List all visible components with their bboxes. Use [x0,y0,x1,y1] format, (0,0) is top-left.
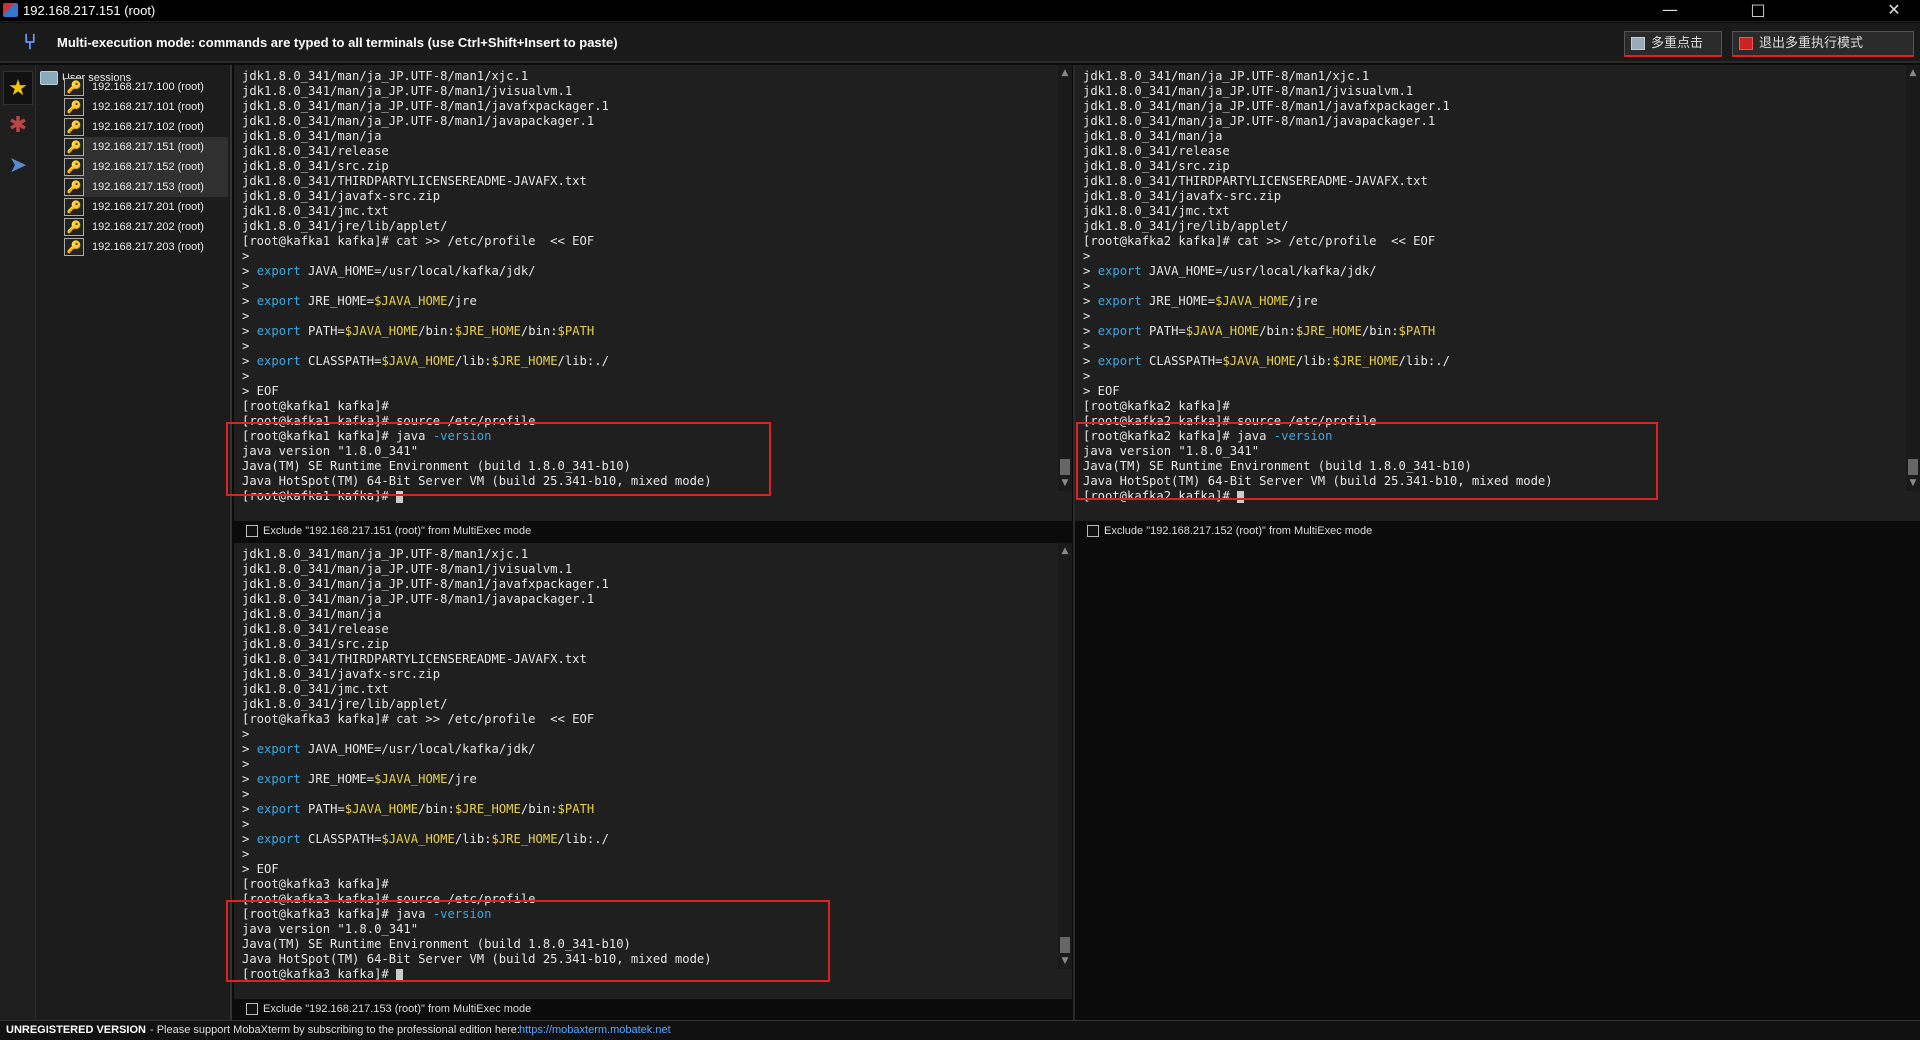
exit-multiexec-button[interactable]: 退出多重执行模式 [1732,31,1914,57]
exclude-multiexec-checkbox[interactable]: Exclude "192.168.217.153 (root)" from Mu… [246,998,531,1020]
scroll-up-icon[interactable]: ▲ [1058,67,1072,79]
checkbox-icon[interactable] [1087,525,1099,538]
close-button[interactable]: ✕ [1876,0,1912,22]
multi-click-label: 多重点击 [1651,35,1704,50]
scroll-thumb[interactable] [1060,937,1070,953]
session-label: 192.168.217.100 (root) [92,81,204,93]
exit-multiexec-label: 退出多重执行模式 [1759,35,1864,50]
tools-icon[interactable]: ✱ [3,109,33,143]
key-icon: 🔑 [64,198,84,216]
multi-click-button[interactable]: 多重点击 [1624,31,1722,57]
unregistered-label: UNREGISTERED VERSION [6,1024,146,1036]
key-icon: 🔑 [64,118,84,136]
scroll-up-icon[interactable]: ▲ [1906,67,1920,79]
session-panel: User sessions 🔑 192.168.217.100 (root) 🔑 1… [36,65,232,1020]
session-item-152[interactable]: 🔑 192.168.217.152 (root) [64,157,228,177]
exclude-multiexec-checkbox[interactable]: Exclude "192.168.217.151 (root)" from Mu… [246,520,531,542]
vertical-scrollbar[interactable]: ▲ ▼ [1058,543,1072,969]
multiexec-message: Multi-execution mode: commands are typed… [57,35,618,50]
session-label: 192.168.217.153 (root) [92,181,204,193]
session-item-100[interactable]: 🔑 192.168.217.100 (root) [64,77,228,97]
left-icon-strip: ★ ✱ ➤ [0,65,36,1020]
support-text: - Please support MobaXterm by subscribin… [150,1024,520,1036]
session-item-153[interactable]: 🔑 192.168.217.153 (root) [64,177,228,197]
mobatek-link[interactable]: https://mobaxterm.mobatek.net [519,1021,671,1040]
session-item-102[interactable]: 🔑 192.168.217.102 (root) [64,117,228,137]
multi-click-icon [1631,37,1645,50]
session-label: 192.168.217.102 (root) [92,121,204,133]
key-icon: 🔑 [64,158,84,176]
maximize-button[interactable]: □ [1740,0,1776,22]
checkbox-icon[interactable] [246,1003,258,1016]
scroll-up-icon[interactable]: ▲ [1058,545,1072,557]
mobaxterm-app-icon [3,3,18,17]
scroll-down-icon[interactable]: ▼ [1058,955,1072,967]
status-bar: UNREGISTERED VERSION - Please support Mo… [0,1020,1920,1040]
multiexec-bar: ⑂ Multi-execution mode: commands are typ… [0,23,1920,63]
scroll-thumb[interactable] [1908,459,1918,475]
key-icon: 🔑 [64,98,84,116]
java-version-highlight [226,422,771,496]
send-icon[interactable]: ➤ [3,149,33,183]
exclude-label: Exclude "192.168.217.152 (root)" from Mu… [1104,525,1373,537]
session-label: 192.168.217.203 (root) [92,241,204,253]
vertical-scrollbar[interactable]: ▲ ▼ [1058,65,1072,491]
session-item-202[interactable]: 🔑 192.168.217.202 (root) [64,217,228,237]
key-icon: 🔑 [64,138,84,156]
session-label: 192.168.217.201 (root) [92,201,204,213]
minimize-button[interactable]: — [1652,0,1688,22]
checkbox-icon[interactable] [246,525,258,538]
session-item-101[interactable]: 🔑 192.168.217.101 (root) [64,97,228,117]
window-title: 192.168.217.151 (root) [23,3,156,18]
scroll-thumb[interactable] [1060,459,1070,475]
session-item-201[interactable]: 🔑 192.168.217.201 (root) [64,197,228,217]
vertical-scrollbar[interactable]: ▲ ▼ [1906,65,1920,491]
star-icon[interactable]: ★ [3,71,33,105]
exclude-label: Exclude "192.168.217.153 (root)" from Mu… [263,1003,532,1015]
scroll-down-icon[interactable]: ▼ [1906,477,1920,489]
key-icon: 🔑 [64,218,84,236]
exclude-label: Exclude "192.168.217.151 (root)" from Mu… [263,525,532,537]
exit-icon [1739,37,1753,50]
key-icon: 🔑 [64,178,84,196]
folder-icon [40,71,58,85]
fork-icon: ⑂ [23,30,37,55]
scroll-down-icon[interactable]: ▼ [1058,477,1072,489]
key-icon: 🔑 [64,78,84,96]
session-item-151[interactable]: 🔑 192.168.217.151 (root) [64,137,228,157]
session-label: 192.168.217.101 (root) [92,101,204,113]
java-version-highlight [1076,422,1658,500]
session-label: 192.168.217.152 (root) [92,161,204,173]
java-version-highlight [226,900,830,982]
key-icon: 🔑 [64,238,84,256]
pane-divider[interactable] [1073,65,1075,1020]
exclude-multiexec-checkbox[interactable]: Exclude "192.168.217.152 (root)" from Mu… [1087,520,1372,542]
title-bar: 192.168.217.151 (root) — □ ✕ [0,0,1920,22]
session-label: 192.168.217.202 (root) [92,221,204,233]
session-item-203[interactable]: 🔑 192.168.217.203 (root) [64,237,228,257]
session-label: 192.168.217.151 (root) [92,141,204,153]
